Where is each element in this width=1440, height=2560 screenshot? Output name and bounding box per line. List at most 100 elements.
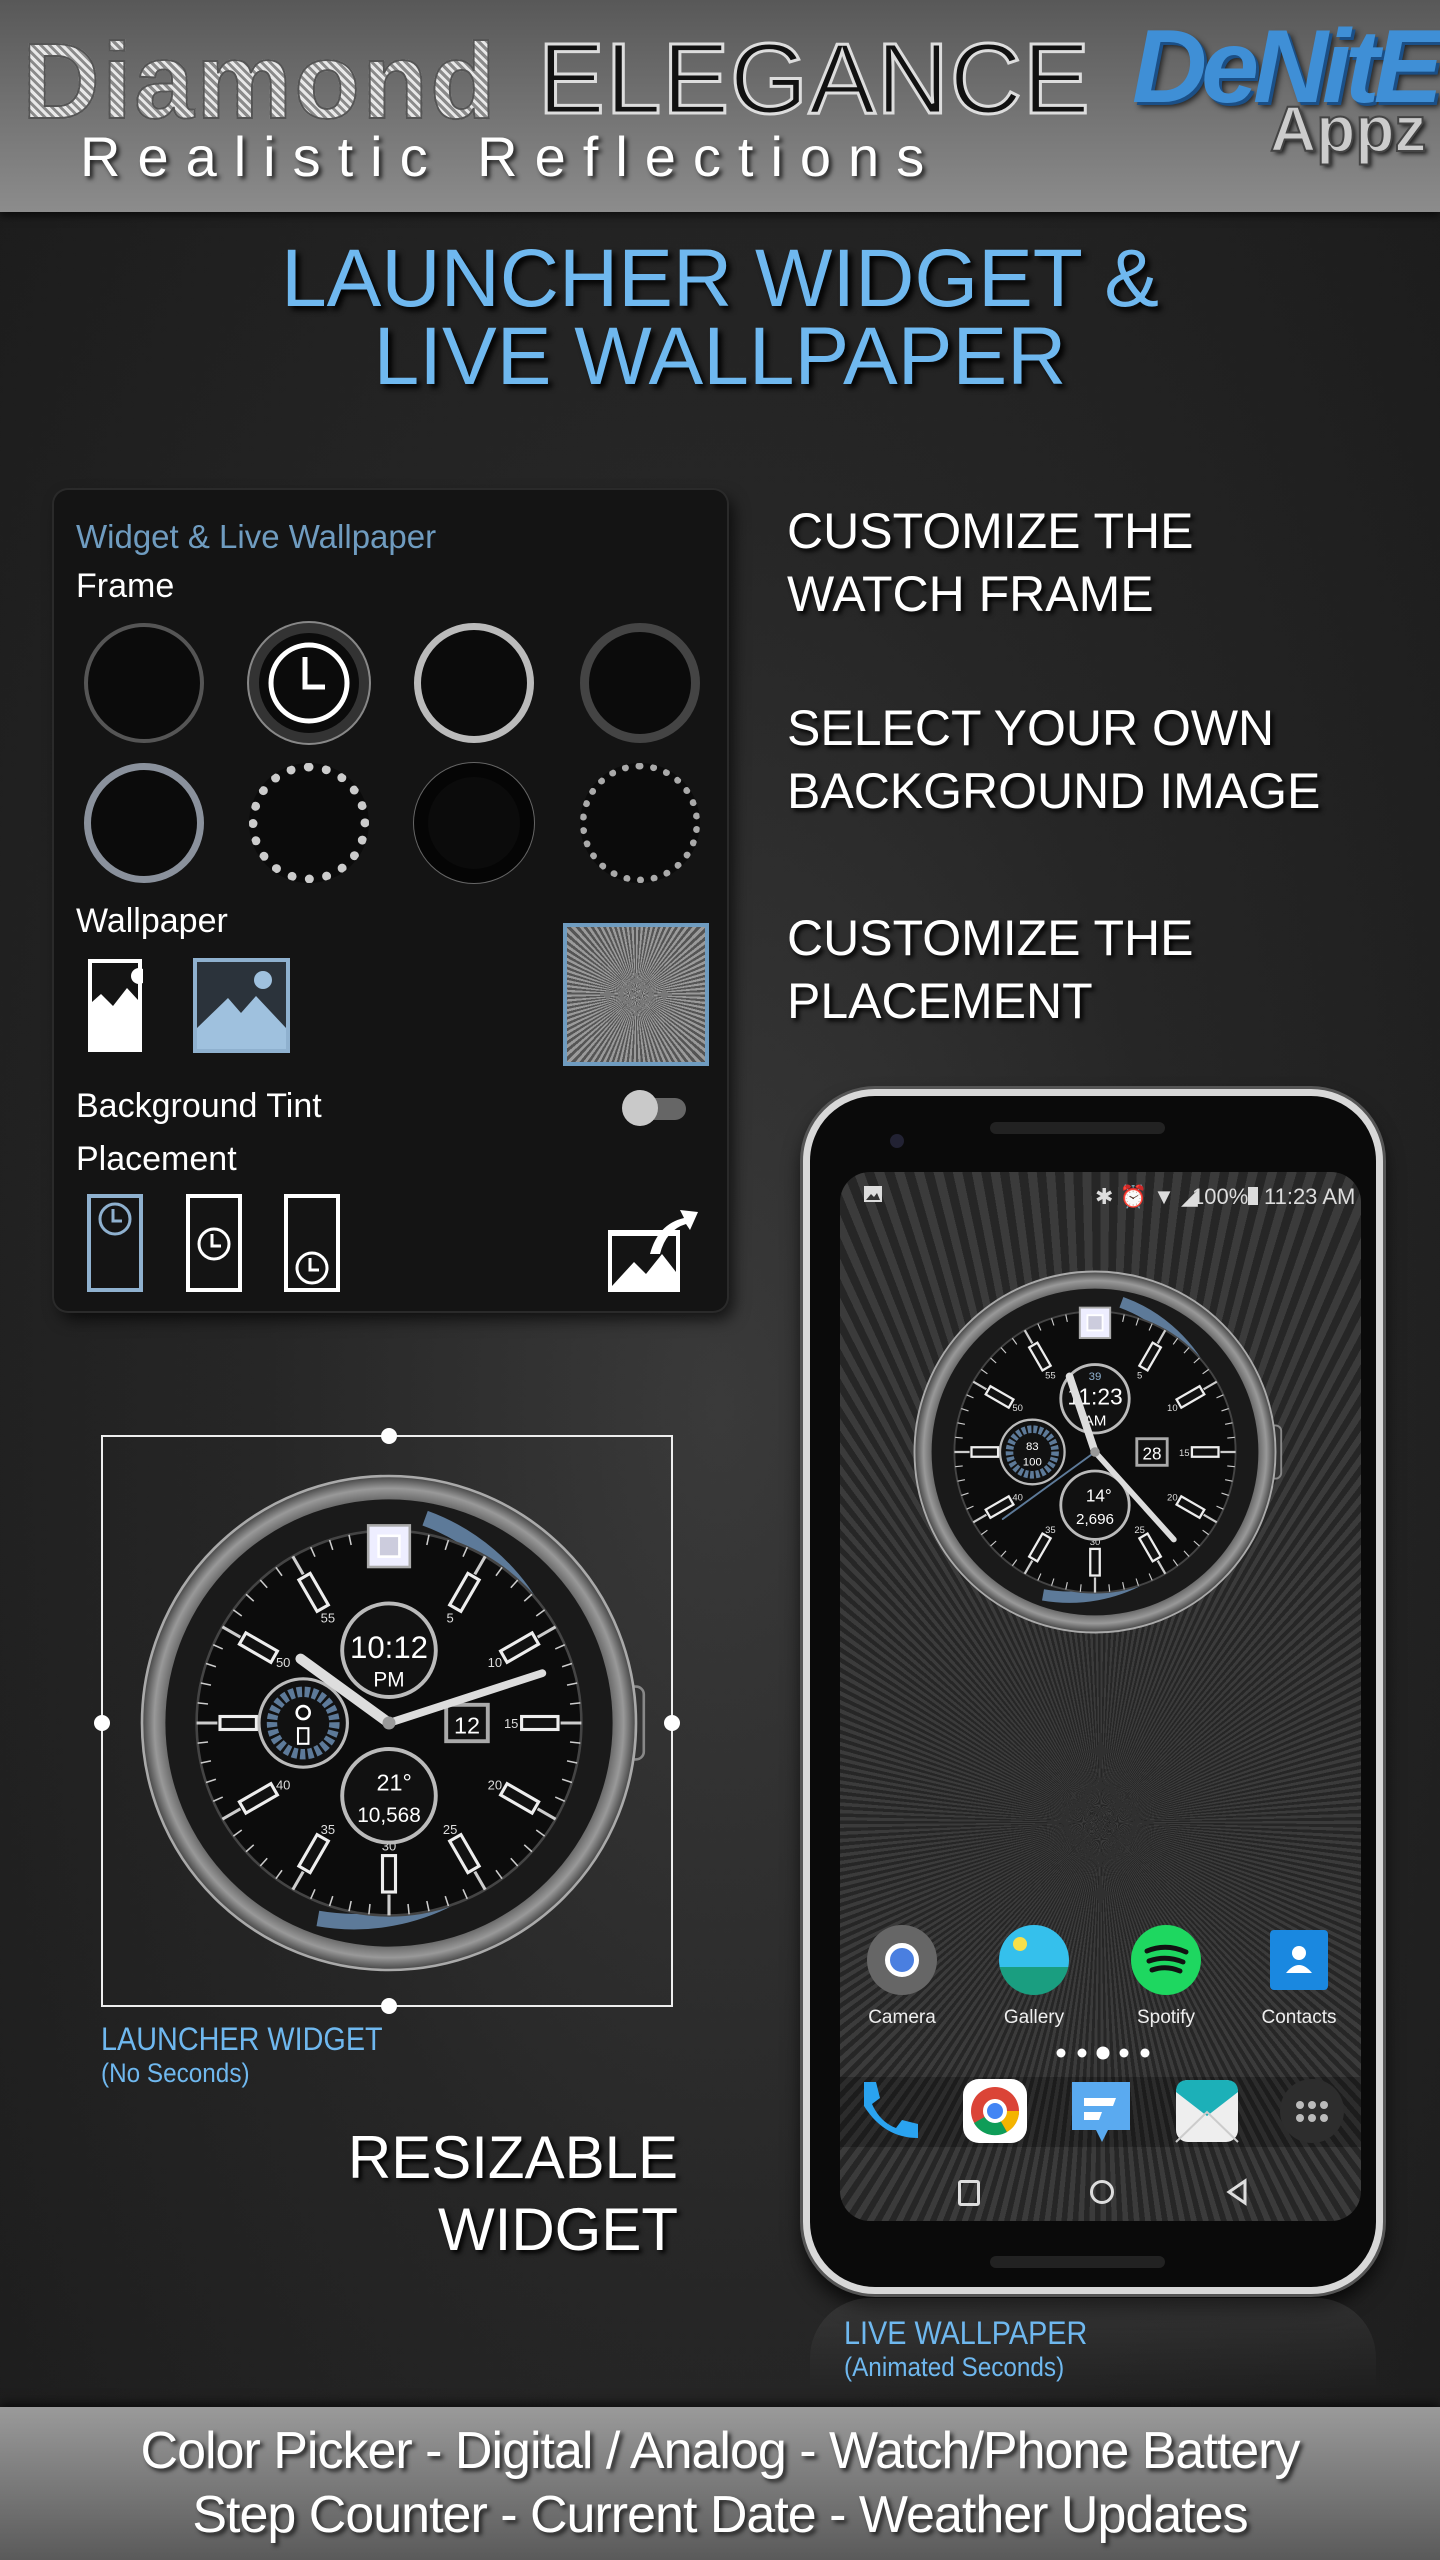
status-time: 11:23 AM [1264,1184,1356,1209]
digital-time: 10:12 [350,1630,428,1665]
placement-top-selected[interactable] [87,1194,143,1292]
status-icons: ✱ ⏰ ▼ ◢ [1095,1184,1198,1210]
gallery-app-icon[interactable] [999,1925,1069,1995]
minute-tick [1108,1584,1111,1592]
minute-label: 50 [276,1655,290,1670]
resize-handle-bottom[interactable] [381,1998,397,2014]
phone-app-icon[interactable] [854,2076,924,2146]
page-dot[interactable] [1140,2048,1150,2058]
export-image-icon[interactable] [606,1202,698,1294]
nav-back-button[interactable] [1225,2178,1249,2206]
frame-option-1[interactable] [84,623,204,743]
header-banner: Diamond ELEGANCE Realistic Reflections D… [0,0,1440,212]
wallpaper-fixed-icon[interactable] [87,958,143,1053]
hour-index [970,1446,1000,1458]
minute-tick [1227,1465,1235,1468]
panel-title: Widget & Live Wallpaper [76,518,437,555]
wallpaper-preview[interactable] [563,923,709,1066]
speaker-top [990,1122,1165,1134]
frame-option-7[interactable] [414,763,534,883]
hour-index [1190,1446,1220,1458]
contacts-app-icon[interactable] [1264,1925,1334,1995]
footer-features-line-2: Step Counter - Current Date - Weather Up… [192,2486,1248,2544]
caption-title: LIVE WALLPAPER [844,2315,1088,2351]
feature-background-line-1: SELECT YOUR OWN [787,700,1275,756]
hour-index [218,1714,258,1732]
resize-handle-left[interactable] [94,1715,110,1731]
minute-label: 25 [1134,1525,1145,1536]
title-line-1: LAUNCHER WIDGET & [281,233,1159,324]
page-dot[interactable] [1119,2048,1129,2058]
brand-elegance: ELEGANCE [537,22,1092,137]
app-drawer-icon[interactable] [1277,2076,1347,2146]
minute-tick [569,1741,581,1744]
hour-index [380,1854,398,1894]
phone-battery: 100 [1023,1456,1042,1468]
caption-note: (No Seconds) [101,2058,250,2088]
footer-banner: Color Picker - Digital / Analog - Watch/… [0,2407,1440,2560]
minute-tick [197,1741,209,1744]
resize-handle-right[interactable] [664,1715,680,1731]
minute-tick [955,1465,963,1468]
placement-bottom[interactable] [284,1194,340,1292]
app-label-contacts: Contacts [1261,2007,1337,2028]
chrome-app-icon[interactable] [960,2076,1030,2146]
background-tint-toggle[interactable] [622,1090,688,1126]
minute-tick [1079,1584,1082,1592]
page-dot-current[interactable] [1096,2046,1110,2060]
frame-option-5[interactable] [84,763,204,883]
messages-app-icon[interactable] [1066,2076,1136,2146]
launcher-widget-caption: LAUNCHER WIDGET (No Seconds) [101,2023,383,2089]
minute-label: 10 [1167,1403,1178,1414]
nav-recents-button[interactable] [958,2180,980,2206]
camera-lens [885,1943,919,1977]
page-title: LAUNCHER WIDGET & LIVE WALLPAPER [0,233,1440,402]
denite-logo-appz: Appz [1269,92,1427,166]
page-dot[interactable] [1056,2048,1066,2058]
resize-handle-top[interactable] [381,1428,397,1444]
battery-percent: 100% [1192,1184,1249,1209]
step-count: 2,696 [1076,1511,1114,1528]
placement-center[interactable] [186,1194,242,1292]
resizable-widget-frame[interactable]: 51015202530354045505510:12PM21°10,56812 [94,1428,680,2014]
feature-frame-line-2: WATCH FRAME [787,566,1154,622]
feature-background-line-2: BACKGROUND IMAGE [787,763,1321,819]
email-app-icon[interactable] [1172,2076,1242,2146]
footer-features-line-1: Color Picker - Digital / Analog - Watch/… [140,2422,1301,2480]
temperature: 21° [377,1770,412,1796]
minute-label: 40 [276,1777,290,1792]
front-camera [890,1134,904,1148]
frame-option-4[interactable] [580,623,700,743]
placement-label: Placement [76,1140,237,1178]
title-line-2: LIVE WALLPAPER [373,311,1067,402]
frame-option-6[interactable] [249,763,369,883]
caption-title: LAUNCHER WIDGET [101,2021,383,2057]
image-notification-icon [864,1186,882,1202]
minute-tick [407,1903,410,1915]
minute-label: 15 [1179,1448,1190,1459]
frame-option-8[interactable] [580,763,700,883]
spotify-app-icon[interactable] [1131,1925,1201,1995]
phone-screen: ✱ ⏰ ▼ ◢ 100% 11:23 AM 510152025303540455… [840,1172,1361,2221]
weather-subdial [340,1747,438,1845]
frame-option-2-selected[interactable] [249,623,369,743]
nav-home-button[interactable] [1090,2180,1114,2204]
live-wallpaper-watch-face: 5101520253035404550553911:23AM14°2,69683… [913,1270,1283,1634]
minute-label: 35 [1045,1525,1056,1536]
minute-label: 40 [1012,1492,1023,1503]
wallpaper-scroll-icon-selected[interactable] [193,958,290,1053]
resizable-line-1: RESIZABLE [347,2124,678,2191]
camera-app-icon[interactable] [867,1925,937,1995]
app-label-camera: Camera [868,2007,936,2028]
background-tint-label: Background Tint [76,1087,322,1125]
minute-tick [197,1702,209,1705]
wifi-icon: ▼ [1153,1184,1175,1209]
bluetooth-icon: ✱ [1095,1184,1114,1209]
diamond-facet [1086,1314,1104,1332]
app-label-spotify: Spotify [1136,2007,1196,2028]
am-pm: PM [373,1669,404,1692]
page-dot[interactable] [1077,2048,1087,2058]
frame-option-3[interactable] [414,623,534,743]
clock-icon [268,642,350,724]
minute-label: 5 [446,1610,453,1625]
